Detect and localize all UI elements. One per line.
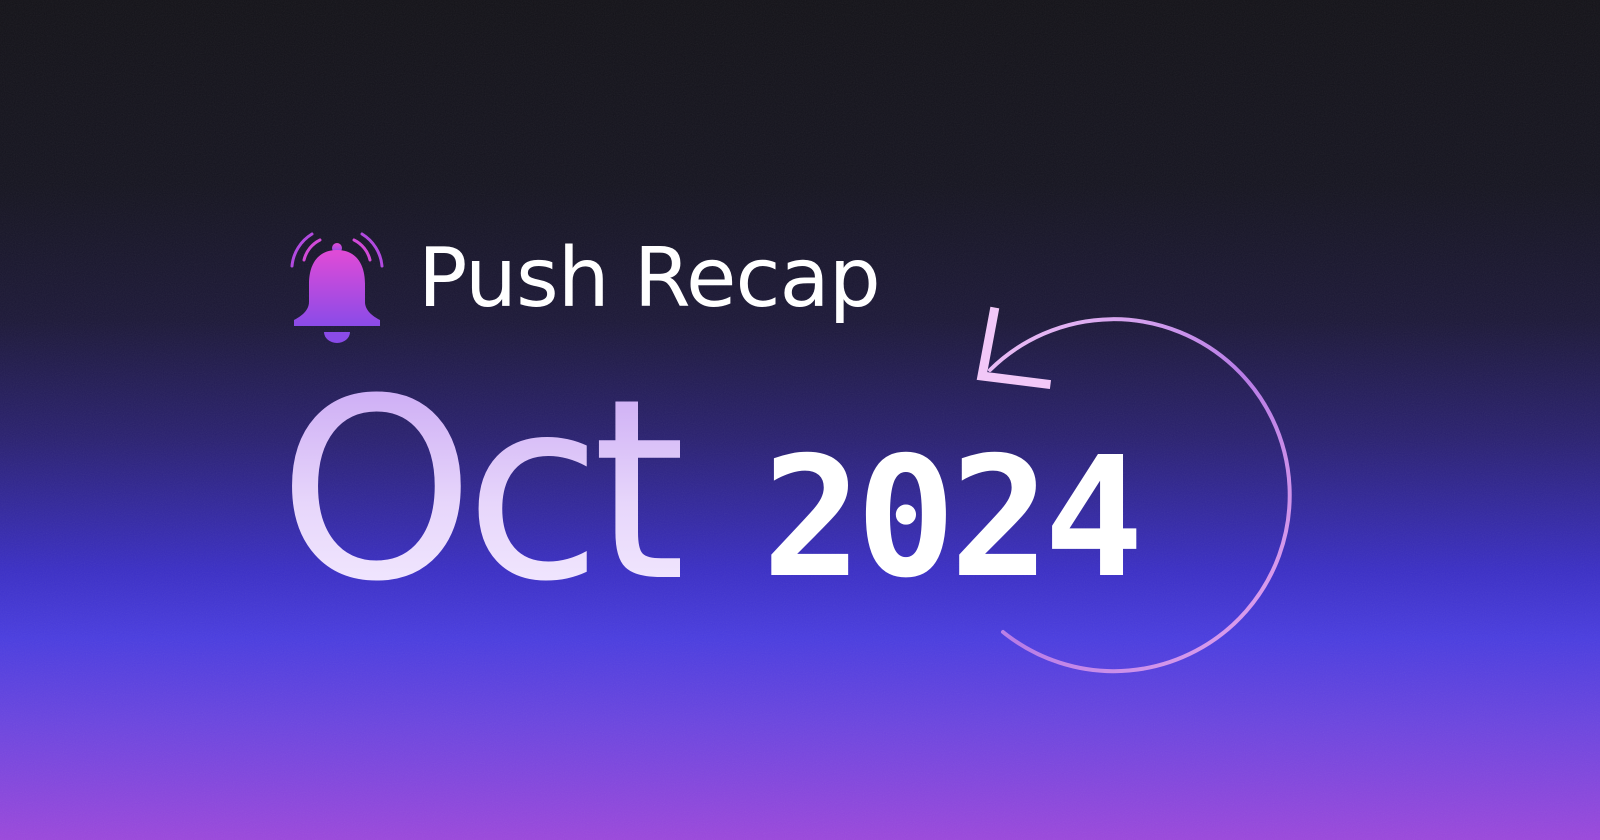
- month-label: Oct: [278, 345, 690, 636]
- headline: Push Recap: [418, 231, 881, 326]
- bell-ringing-icon: [290, 232, 384, 343]
- refresh-arrow-icon: [976, 306, 1292, 674]
- grain-texture: [0, 0, 1600, 840]
- recap-banner: Push Recap Oct 2024: [0, 0, 1600, 840]
